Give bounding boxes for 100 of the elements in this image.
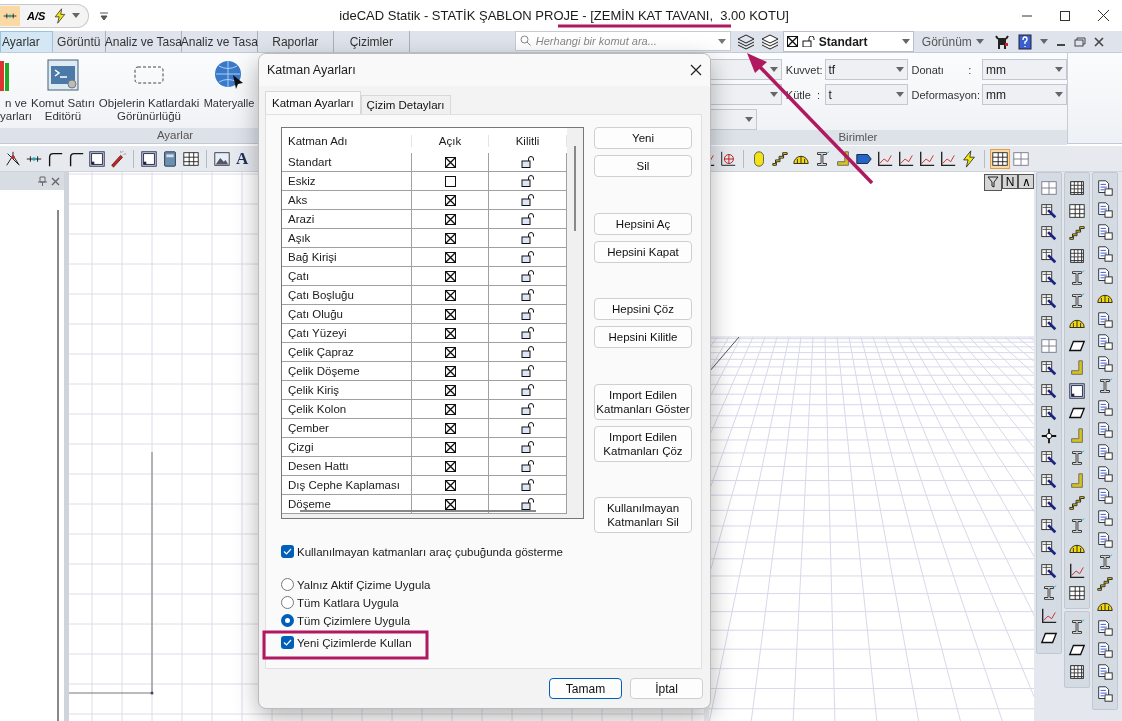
layers-icon[interactable] bbox=[760, 33, 779, 50]
padlock-icon[interactable] bbox=[520, 498, 535, 510]
radio-label[interactable]: Tüm Çizimlere Uygula bbox=[297, 614, 411, 627]
document-icon[interactable] bbox=[1096, 465, 1115, 483]
action-button[interactable]: Sil bbox=[594, 155, 692, 177]
action-button[interactable]: Hepsini Kilitle bbox=[594, 326, 692, 348]
ribbon-button[interactable]: Objelerin Katlardaki Görünürlüğü bbox=[96, 53, 202, 128]
frame-icon[interactable] bbox=[140, 149, 158, 168]
action-button[interactable]: Import Edilen Katmanları Çöz bbox=[594, 425, 692, 462]
padlock-icon[interactable] bbox=[520, 460, 535, 472]
ribbon-tab[interactable]: Görüntü bbox=[52, 31, 106, 52]
help-icon[interactable] bbox=[1017, 33, 1032, 50]
ribbon-tab[interactable]: Çizimler bbox=[333, 31, 410, 52]
close-icon[interactable] bbox=[1097, 10, 1109, 21]
document-icon[interactable] bbox=[1096, 509, 1115, 527]
unit-dropdown[interactable]: tf bbox=[824, 59, 908, 80]
visibility-checkbox[interactable] bbox=[444, 498, 456, 510]
checkbox-label[interactable]: Kullanılmayan katmanları araç çubuğunda gösterme bbox=[297, 545, 563, 558]
visibility-checkbox[interactable] bbox=[444, 251, 456, 263]
filter-button[interactable] bbox=[984, 174, 1003, 191]
visibility-checkbox[interactable] bbox=[444, 156, 456, 168]
close-icon[interactable] bbox=[1093, 36, 1104, 47]
pencil-icon[interactable] bbox=[1040, 201, 1059, 220]
visibility-checkbox[interactable] bbox=[444, 441, 456, 453]
document-icon[interactable] bbox=[1096, 179, 1115, 197]
ribbon-button[interactable]: Materyalle bbox=[202, 53, 256, 128]
checkbox[interactable] bbox=[281, 545, 294, 558]
visibility-checkbox[interactable] bbox=[444, 308, 456, 320]
hatch-icon[interactable] bbox=[1068, 663, 1087, 681]
document-icon[interactable] bbox=[1096, 399, 1115, 417]
padlock-icon[interactable] bbox=[520, 403, 535, 415]
visibility-checkbox[interactable] bbox=[444, 460, 456, 472]
action-button[interactable]: Hepsini Çöz bbox=[594, 298, 692, 320]
padlock-icon[interactable] bbox=[520, 479, 535, 491]
padlock-icon[interactable] bbox=[520, 194, 535, 206]
visibility-checkbox[interactable] bbox=[444, 365, 456, 377]
document-icon[interactable] bbox=[1096, 421, 1115, 439]
visibility-checkbox[interactable] bbox=[444, 194, 456, 206]
action-button[interactable]: Yeni bbox=[594, 127, 692, 149]
stairs-icon[interactable] bbox=[1068, 494, 1087, 512]
hatch-icon[interactable] bbox=[1068, 179, 1087, 197]
document-icon[interactable] bbox=[1096, 201, 1115, 219]
visibility-checkbox[interactable] bbox=[444, 327, 456, 339]
book-icon[interactable] bbox=[161, 149, 179, 168]
snap-icon[interactable] bbox=[4, 149, 22, 168]
visibility-checkbox[interactable] bbox=[444, 270, 456, 282]
padlock-icon[interactable] bbox=[520, 422, 535, 434]
visibility-checkbox[interactable] bbox=[444, 175, 456, 187]
marker-icon[interactable] bbox=[109, 149, 127, 168]
radio-button[interactable] bbox=[281, 614, 294, 627]
view-button[interactable]: N bbox=[1002, 174, 1019, 189]
document-icon[interactable] bbox=[1096, 245, 1115, 263]
pencil-icon[interactable] bbox=[1040, 381, 1059, 400]
robot-icon[interactable] bbox=[993, 33, 1010, 50]
pencil-icon[interactable] bbox=[1040, 359, 1059, 377]
scroll-thumb[interactable] bbox=[300, 510, 536, 512]
checkbox[interactable] bbox=[281, 636, 294, 649]
customize-icon[interactable] bbox=[99, 10, 110, 21]
stairs-icon[interactable] bbox=[771, 149, 790, 168]
visibility-checkbox[interactable] bbox=[444, 403, 456, 415]
padlock-icon[interactable] bbox=[520, 175, 535, 187]
padlock-icon[interactable] bbox=[520, 327, 535, 339]
padlock-icon[interactable] bbox=[520, 251, 535, 263]
visibility-checkbox[interactable] bbox=[444, 289, 456, 301]
grid-icon[interactable] bbox=[1068, 584, 1087, 602]
visibility-checkbox[interactable] bbox=[444, 422, 456, 434]
document-icon[interactable] bbox=[1096, 641, 1115, 659]
pencil-icon[interactable] bbox=[1040, 561, 1059, 580]
grid-icon[interactable] bbox=[182, 149, 200, 168]
padlock-icon[interactable] bbox=[520, 384, 535, 396]
pencil-icon[interactable] bbox=[1040, 539, 1059, 557]
ribbon-tab[interactable]: Analiz ve Tasa bbox=[181, 31, 258, 52]
checkbox-label[interactable]: Yeni Çizimlerde Kullan bbox=[297, 636, 412, 649]
document-icon[interactable] bbox=[1096, 333, 1115, 351]
pencil-icon[interactable] bbox=[1040, 314, 1059, 332]
padlock-icon[interactable] bbox=[520, 289, 535, 301]
pencil-icon[interactable] bbox=[1040, 471, 1059, 490]
scroll-bar[interactable] bbox=[57, 210, 59, 721]
padlock-icon[interactable] bbox=[520, 270, 535, 282]
pin-icon[interactable] bbox=[38, 176, 48, 186]
document-icon[interactable] bbox=[1096, 663, 1115, 681]
document-icon[interactable] bbox=[1096, 443, 1115, 461]
padlock-icon[interactable] bbox=[520, 308, 535, 320]
visibility-checkbox[interactable] bbox=[444, 384, 456, 396]
quick-access-button[interactable]: A/S bbox=[24, 9, 49, 22]
document-icon[interactable] bbox=[1096, 619, 1115, 637]
visibility-checkbox[interactable] bbox=[444, 213, 456, 225]
restore-icon[interactable] bbox=[1073, 36, 1086, 47]
padlock-icon[interactable] bbox=[520, 156, 535, 168]
chart-icon[interactable] bbox=[939, 149, 958, 168]
pencil-icon[interactable] bbox=[1040, 494, 1059, 512]
unit-dropdown[interactable]: mm bbox=[982, 59, 1067, 80]
document-icon[interactable] bbox=[1096, 531, 1115, 549]
radio-label[interactable]: Tüm Katlara Uygula bbox=[297, 596, 399, 609]
view-menu[interactable]: Görünüm bbox=[917, 31, 988, 52]
pencil-icon[interactable] bbox=[1040, 291, 1059, 310]
hatch-icon[interactable] bbox=[1068, 246, 1087, 265]
target-icon[interactable] bbox=[719, 149, 738, 168]
padlock-icon[interactable] bbox=[520, 232, 535, 244]
document-icon[interactable] bbox=[1096, 685, 1115, 703]
